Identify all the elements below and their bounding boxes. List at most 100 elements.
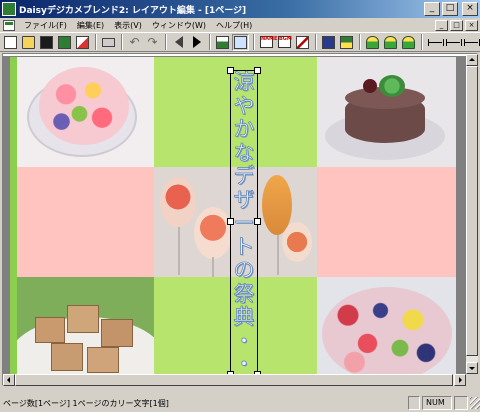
page-top-edge (3, 54, 466, 56)
align-bottom-button[interactable] (400, 34, 417, 51)
layout-canvas[interactable]: 涼 や か な デ ザ ー ト の 祭 典 ・ ・ (10, 57, 456, 385)
scroll-left-button[interactable] (3, 374, 15, 386)
doc-close-button[interactable]: × (465, 19, 478, 31)
next-page-button[interactable] (188, 34, 205, 51)
square-cake-5 (87, 347, 119, 373)
doc-restore-button[interactable]: □ (450, 19, 463, 31)
align-center-button[interactable] (444, 34, 462, 51)
select-tool-button[interactable] (232, 33, 249, 51)
menu-bar: ファイル(F) 編集(E) 表示(V) ウィンドウ(W) ヘルプ(H) _ □ … (0, 18, 480, 32)
new-file-icon (4, 35, 17, 49)
arrow-left-icon (7, 377, 10, 383)
title-char: ト (233, 234, 255, 259)
align-left-icon (427, 37, 444, 48)
num-lock-indicator: NUM (422, 396, 452, 410)
new-file-button[interactable] (2, 34, 19, 51)
undo-button[interactable]: ↶ (126, 34, 143, 51)
status-panel-empty (408, 396, 420, 410)
title-char: な (233, 140, 255, 165)
scroll-up-button[interactable] (466, 54, 478, 66)
toolbar-separator (121, 34, 123, 50)
resize-handle-top-left[interactable] (227, 67, 234, 74)
title-char: 涼 (233, 70, 255, 94)
resize-handle-middle-left[interactable] (227, 218, 234, 225)
arrow-up-icon (469, 58, 475, 61)
menu-help[interactable]: ヘルプ(H) (211, 20, 257, 31)
align-middle-button[interactable] (382, 34, 399, 51)
square-cake-3 (101, 319, 133, 347)
redo-button[interactable]: ↷ (144, 34, 161, 51)
menu-file[interactable]: ファイル(F) (19, 20, 72, 31)
picture-icon (216, 35, 229, 49)
layer-icon (340, 35, 353, 49)
document-icon[interactable] (3, 19, 15, 31)
tools-icon (296, 35, 309, 49)
window-title: Daisyデジカメブレンド2: レイアウト編集 - [1ページ] (19, 5, 247, 16)
minimize-button[interactable]: _ (424, 2, 440, 16)
bgm-button[interactable]: BGM (276, 34, 293, 51)
photo-berry-salad[interactable] (317, 277, 456, 385)
layer-button[interactable] (338, 34, 355, 51)
vertical-scrollbar[interactable] (466, 54, 478, 374)
square-cake-4 (51, 343, 83, 371)
arrow-left-icon (174, 36, 183, 48)
export-button[interactable] (74, 34, 91, 51)
app-icon (2, 2, 16, 16)
bgm-icon: BGM (278, 36, 292, 48)
align-left-button[interactable] (426, 34, 444, 51)
square-cake-2 (67, 305, 99, 333)
maximize-button[interactable]: □ (442, 2, 458, 16)
close-button[interactable]: × (462, 2, 478, 16)
toolbar-separator (95, 34, 97, 50)
printer-icon (102, 37, 115, 47)
menu-view[interactable]: 表示(V) (109, 20, 147, 31)
scroll-down-button[interactable] (466, 362, 478, 374)
resize-handle-middle-right[interactable] (254, 218, 261, 225)
print-button[interactable] (100, 34, 117, 51)
title-char: ・ (233, 352, 255, 376)
title-char: や (233, 93, 255, 118)
save-as-button[interactable] (56, 34, 73, 51)
align-right-button[interactable] (462, 34, 480, 51)
title-bar: Daisyデジカメブレンド2: レイアウト編集 - [1ページ] _ □ × (0, 0, 480, 18)
scroll-right-button[interactable] (454, 374, 466, 386)
frame-icon (322, 35, 335, 49)
toolbar-separator (315, 34, 317, 50)
select-icon (234, 35, 247, 49)
title-char: ー (233, 211, 255, 235)
folder-icon (22, 35, 35, 49)
glass-stem (212, 257, 214, 277)
save-all-icon (58, 35, 71, 49)
resize-handle-top-right[interactable] (254, 67, 261, 74)
floppy-icon (40, 35, 53, 49)
horizontal-scroll-thumb[interactable] (15, 374, 453, 386)
menu-edit[interactable]: 編集(E) (72, 20, 109, 31)
photo-fruit-tart[interactable] (17, 57, 154, 167)
align-top-button[interactable] (364, 34, 381, 51)
menu-window[interactable]: ウィンドウ(W) (147, 20, 211, 31)
horizontal-scrollbar[interactable] (3, 374, 466, 386)
save-button[interactable] (38, 34, 55, 51)
photo-chocolate-cake[interactable] (317, 57, 456, 167)
cake-garnish (379, 75, 405, 97)
doc-minimize-button[interactable]: _ (435, 19, 448, 31)
image-tool-button[interactable] (214, 34, 231, 51)
prev-page-button[interactable] (170, 34, 187, 51)
status-panel-empty (454, 396, 468, 410)
title-char: か (233, 117, 255, 141)
photo-cake-squares[interactable] (17, 277, 154, 385)
open-file-button[interactable] (20, 34, 37, 51)
parfait-2 (194, 207, 232, 259)
toolbar-separator (359, 34, 361, 50)
title-char: 典 (233, 305, 255, 329)
frame-button[interactable] (320, 34, 337, 51)
resize-grip[interactable] (470, 397, 480, 409)
dome-icon (366, 35, 379, 49)
vertical-scroll-thumb[interactable] (466, 66, 478, 356)
dome-icon (402, 35, 415, 49)
name-print-icon: NAME (260, 36, 277, 48)
name-print-button[interactable]: NAME (258, 34, 277, 51)
undo-icon: ↶ (129, 35, 140, 49)
toolbar-separator (253, 34, 255, 50)
tools-button[interactable] (294, 34, 311, 51)
